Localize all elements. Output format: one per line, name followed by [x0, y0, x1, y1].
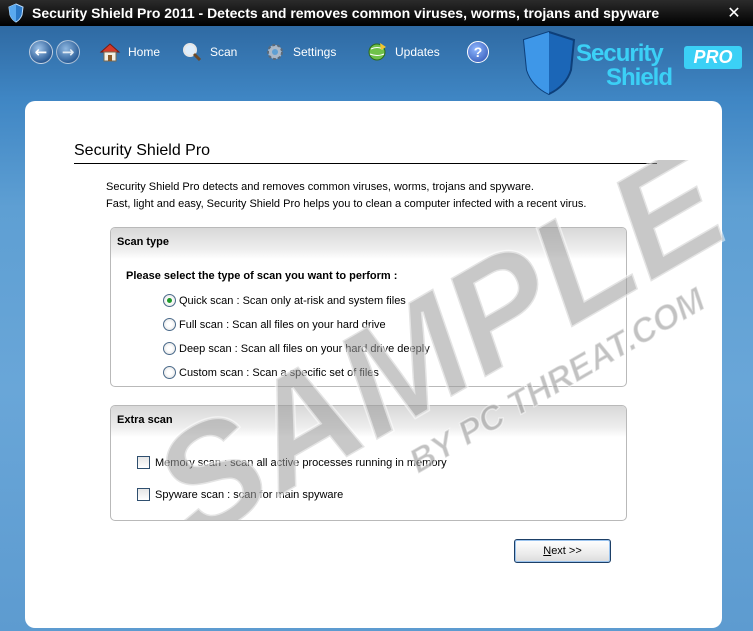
spyware-scan-label: Spyware scan : scan for main spyware — [155, 488, 344, 501]
scan-label: Scan — [210, 45, 238, 59]
scan-type-group: Scan type Please select the type of scan… — [110, 227, 627, 387]
next-button-mnemonic: N — [543, 545, 552, 557]
settings-button[interactable]: Settings — [264, 38, 336, 66]
brand-pro-badge: PRO — [684, 46, 742, 69]
magnifier-icon — [183, 43, 202, 62]
home-icon — [99, 43, 121, 62]
extra-scan-group: Extra scan Memory scan : scan all active… — [110, 405, 627, 521]
spyware-scan-option[interactable]: Spyware scan : scan for main spyware — [137, 488, 343, 501]
window-title: Security Shield Pro 2011 - Detects and r… — [32, 5, 660, 21]
memory-scan-checkbox[interactable] — [137, 456, 150, 469]
custom-scan-radio[interactable] — [163, 366, 176, 379]
main-window: ← → Home Scan Settings Updates ? Securit… — [0, 26, 753, 631]
home-button[interactable]: Home — [99, 38, 160, 66]
full-scan-option[interactable]: Full scan : Scan all files on your hard … — [163, 318, 386, 331]
full-scan-radio[interactable] — [163, 318, 176, 331]
scan-type-header: Scan type — [111, 228, 626, 259]
help-button[interactable]: ? — [467, 38, 489, 66]
full-scan-label: Full scan : Scan all files on your hard … — [179, 318, 386, 331]
description-line-2: Fast, light and easy, Security Shield Pr… — [106, 198, 587, 210]
description-line-1: Security Shield Pro detects and removes … — [106, 181, 534, 193]
shield-logo-icon — [522, 30, 576, 96]
title-divider — [74, 163, 657, 164]
deep-scan-label: Deep scan : Scan all files on your hard … — [179, 342, 430, 355]
extra-scan-header: Extra scan — [111, 406, 626, 437]
help-icon: ? — [467, 41, 489, 63]
deep-scan-option[interactable]: Deep scan : Scan all files on your hard … — [163, 342, 430, 355]
globe-update-icon — [368, 43, 386, 61]
back-button[interactable]: ← — [29, 40, 53, 64]
settings-label: Settings — [293, 45, 337, 59]
updates-label: Updates — [395, 45, 440, 59]
spyware-scan-checkbox[interactable] — [137, 488, 150, 501]
scan-button[interactable]: Scan — [181, 38, 237, 66]
home-label: Home — [128, 45, 161, 59]
quick-scan-radio[interactable] — [163, 294, 176, 307]
quick-scan-option[interactable]: Quick scan : Scan only at-risk and syste… — [163, 294, 406, 307]
page-title: Security Shield Pro — [74, 142, 211, 159]
brand-logo: Security Shield PRO — [522, 30, 744, 98]
deep-scan-radio[interactable] — [163, 342, 176, 355]
custom-scan-option[interactable]: Custom scan : Scan a specific set of fil… — [163, 366, 379, 379]
scan-type-prompt: Please select the type of scan you want … — [126, 270, 398, 282]
forward-button[interactable]: → — [56, 40, 80, 64]
shield-icon — [8, 3, 24, 23]
next-button-label: ext >> — [551, 545, 582, 557]
custom-scan-label: Custom scan : Scan a specific set of fil… — [179, 366, 379, 379]
brand-word-shield: Shield — [606, 64, 673, 91]
title-bar: Security Shield Pro 2011 - Detects and r… — [0, 0, 753, 26]
next-button[interactable]: Next >> — [514, 539, 611, 563]
toolbar: ← → Home Scan Settings Updates ? Securit… — [0, 26, 753, 96]
updates-button[interactable]: Updates — [366, 38, 440, 66]
gear-icon — [267, 44, 283, 60]
close-button[interactable]: ✕ — [725, 4, 743, 21]
quick-scan-label: Quick scan : Scan only at-risk and syste… — [179, 294, 406, 307]
memory-scan-label: Memory scan : scan all active processes … — [155, 456, 447, 469]
content-panel: Security Shield Pro Security Shield Pro … — [25, 101, 722, 628]
memory-scan-option[interactable]: Memory scan : scan all active processes … — [137, 456, 447, 469]
